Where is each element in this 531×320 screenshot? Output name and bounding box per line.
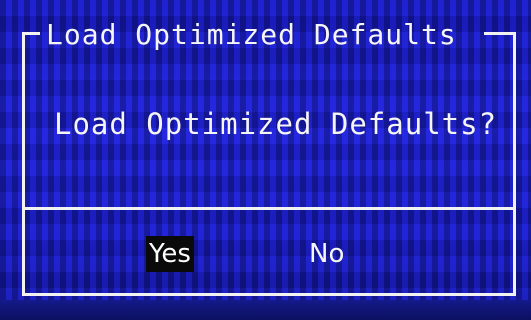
yes-button[interactable]: Yes — [146, 236, 194, 272]
dialog-message: Load Optimized Defaults? — [54, 107, 498, 141]
screen-bottom-edge — [0, 300, 531, 320]
dialog-frame-top-right — [484, 32, 516, 35]
bios-screen: Load Optimized Defaults Load Optimized D… — [0, 0, 531, 320]
dialog-divider — [22, 207, 516, 210]
dialog-frame — [22, 32, 516, 296]
no-button[interactable]: No — [306, 236, 347, 272]
dialog-frame-top-left — [22, 32, 40, 35]
dialog-title: Load Optimized Defaults — [46, 18, 457, 51]
